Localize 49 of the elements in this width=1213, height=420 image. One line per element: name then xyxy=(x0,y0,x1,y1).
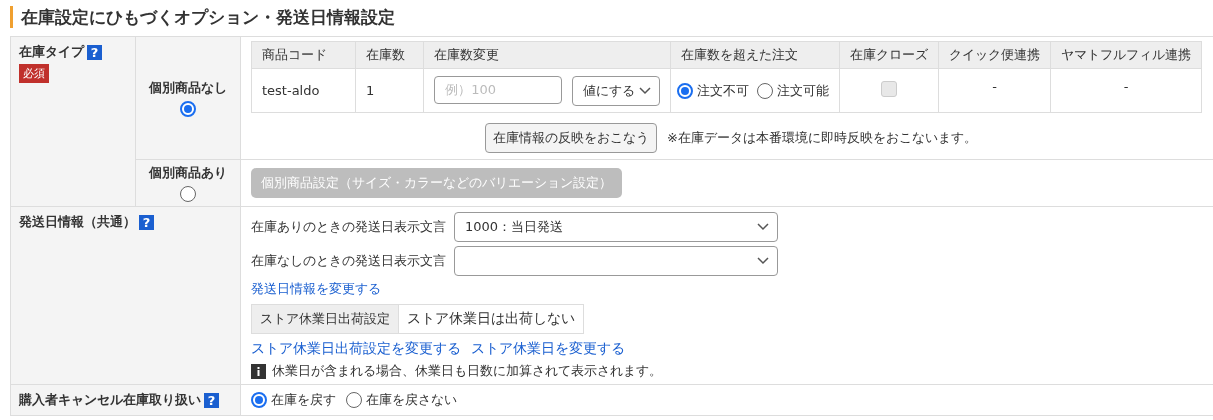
option-label: 個別商品なし xyxy=(149,79,227,97)
column-header: 在庫クローズ xyxy=(839,41,939,69)
help-icon[interactable]: ? xyxy=(139,214,154,230)
radio-button[interactable] xyxy=(180,101,196,117)
help-icon[interactable]: ? xyxy=(87,44,102,60)
radio-button[interactable] xyxy=(251,392,267,408)
field-label: 発送日情報（共通） xyxy=(19,213,136,231)
radio-button[interactable] xyxy=(346,392,362,408)
chevron-down-icon xyxy=(757,223,769,231)
option-label: 個別商品あり xyxy=(149,164,227,182)
chevron-down-icon xyxy=(757,257,769,265)
apply-stock-button[interactable]: 在庫情報の反映をおこなう xyxy=(485,123,657,153)
shipping-text-select[interactable]: 1000：当日発送 xyxy=(454,212,778,242)
holiday-setting-value: ストア休業日は出荷しない xyxy=(406,309,576,328)
column-header: 商品コード xyxy=(251,41,356,69)
help-icon[interactable]: ? xyxy=(204,392,219,408)
field-label: 在庫ありのときの発送日表示文言 xyxy=(251,218,446,236)
mode-select[interactable]: 値にする xyxy=(572,75,661,106)
shipping-text-select[interactable] xyxy=(454,246,778,276)
stock-change-field[interactable]: 例）100 xyxy=(434,75,563,104)
table-cell: 1 xyxy=(355,68,424,113)
info-text: 休業日が含まれる場合、休業日も日数に加算されて表示されます。 xyxy=(272,362,662,380)
table-cell: test-aldo xyxy=(251,68,356,113)
settings-link[interactable]: ストア休業日を変更する xyxy=(471,340,625,358)
column-header: 在庫数 xyxy=(355,41,424,69)
column-header: ヤマトフルフィル連携 xyxy=(1050,41,1202,69)
column-header: クイック便連携 xyxy=(938,41,1051,69)
settings-link[interactable]: ストア休業日出荷設定を変更する xyxy=(251,340,461,358)
radio-option[interactable]: 注文不可 xyxy=(677,81,750,100)
info-icon xyxy=(251,363,266,379)
field-label: 購入者キャンセル在庫取り扱い xyxy=(19,391,201,409)
field-label: 在庫タイプ xyxy=(19,43,84,61)
required-badge: 必須 xyxy=(19,64,49,83)
radio-button[interactable] xyxy=(757,82,774,99)
radio-button[interactable] xyxy=(677,82,694,99)
field-label: 在庫なしのときの発送日表示文言 xyxy=(251,252,446,270)
change-shipping-link[interactable]: 発送日情報を変更する xyxy=(251,281,381,296)
radio-option[interactable]: 注文可能 xyxy=(757,81,830,100)
chevron-down-icon xyxy=(639,86,652,95)
radio-option[interactable]: 在庫を戻さない xyxy=(346,391,457,409)
radio-option[interactable]: 在庫を戻す xyxy=(251,391,336,409)
column-header: 在庫数を超えた注文 xyxy=(670,41,840,69)
holiday-setting-label: ストア休業日出荷設定 xyxy=(252,305,399,333)
radio-button[interactable] xyxy=(180,186,196,202)
column-header: 在庫数変更 xyxy=(423,41,671,69)
table-cell: - xyxy=(938,68,1051,113)
note-text: ※在庫データは本番環境に即時反映をおこないます。 xyxy=(667,129,977,147)
table-cell: - xyxy=(1050,68,1202,113)
page-title: 在庫設定にひもづくオプション・発送日情報設定 xyxy=(10,6,1213,28)
